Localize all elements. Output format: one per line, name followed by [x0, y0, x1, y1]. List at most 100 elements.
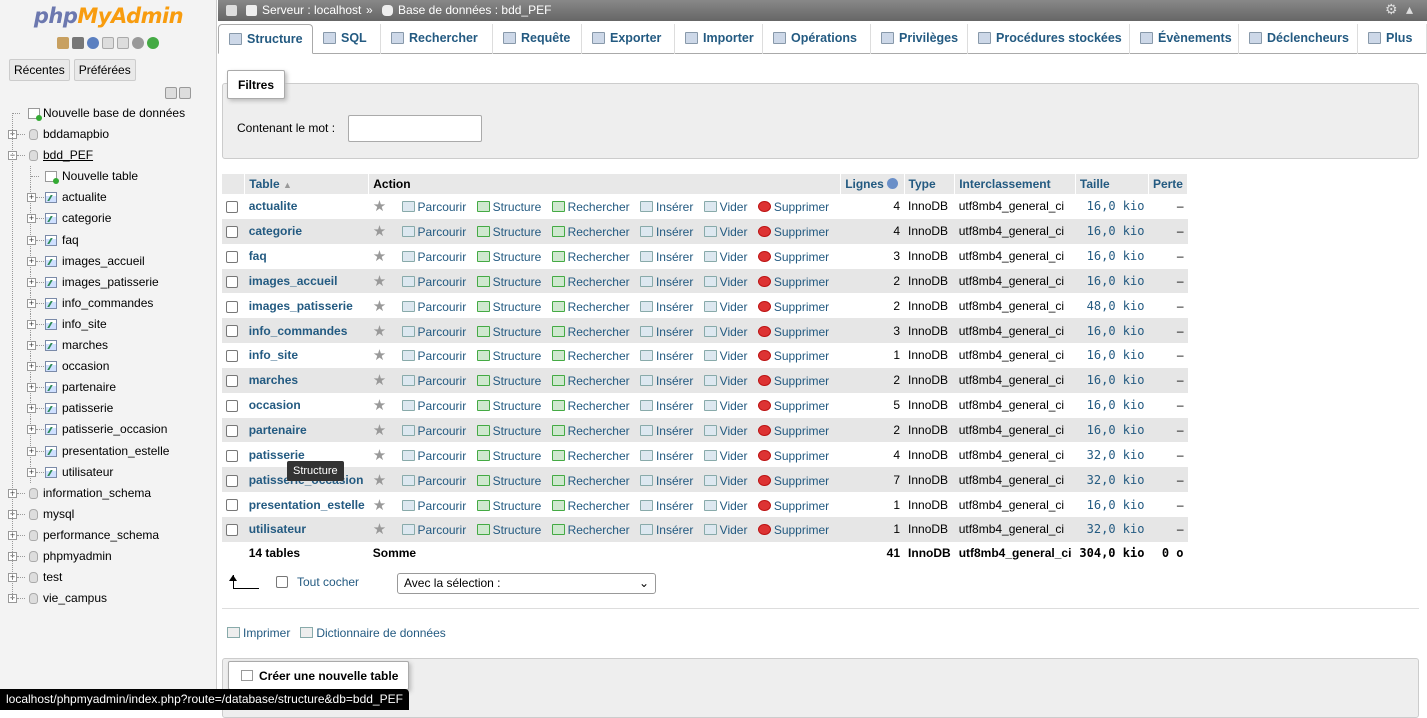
tree-database-item[interactable]: + vie_campus — [0, 588, 216, 609]
row-checkbox[interactable] — [226, 524, 238, 537]
browse-action[interactable]: Parcourir — [401, 300, 466, 314]
drop-action[interactable]: Supprimer — [757, 499, 829, 513]
structure-action[interactable]: Structure — [476, 349, 541, 363]
browse-action[interactable]: Parcourir — [401, 474, 466, 488]
favorite-star-icon[interactable]: ★ — [373, 397, 386, 414]
table-size[interactable]: 32,0 kio — [1075, 467, 1149, 493]
tree-database-item[interactable]: + test — [0, 567, 216, 588]
tab-search[interactable]: Rechercher — [381, 24, 493, 54]
expand-icon[interactable]: + — [27, 319, 36, 329]
search-action[interactable]: Rechercher — [551, 399, 630, 413]
tree-table-item[interactable]: + partenaire — [0, 377, 216, 399]
empty-action[interactable]: Vider — [703, 399, 747, 413]
tree-database-item[interactable]: + performance_schema — [0, 525, 216, 546]
table-size[interactable]: 16,0 kio — [1075, 492, 1149, 517]
empty-action[interactable]: Vider — [703, 300, 747, 314]
browse-action[interactable]: Parcourir — [401, 399, 466, 413]
table-name-link[interactable]: images_patisserie — [244, 293, 369, 319]
tree-table-item[interactable]: + images_patisserie — [0, 271, 216, 293]
expand-icon[interactable]: + — [27, 214, 36, 224]
tree-table-item[interactable]: + utilisateur — [0, 461, 216, 483]
favorite-star-icon[interactable]: ★ — [373, 497, 386, 514]
browse-action[interactable]: Parcourir — [401, 325, 466, 339]
search-action[interactable]: Rechercher — [551, 275, 630, 289]
insert-action[interactable]: Insérer — [639, 424, 693, 438]
structure-action[interactable]: Structure — [476, 300, 541, 314]
favorite-star-icon[interactable]: ★ — [373, 273, 386, 290]
expand-icon[interactable]: + — [27, 298, 36, 308]
collapse-top-icon[interactable]: ▴ — [1406, 2, 1419, 16]
phpmyadmin-logo[interactable]: phpMyAdmin — [0, 4, 216, 28]
search-action[interactable]: Rechercher — [551, 349, 630, 363]
header-table[interactable]: Table ▲ — [244, 174, 370, 194]
tree-database-item[interactable]: + phpmyadmin — [0, 546, 216, 567]
expand-icon[interactable]: + — [27, 425, 36, 435]
structure-action[interactable]: Structure — [476, 275, 541, 289]
table-name-link[interactable]: occasion — [244, 392, 369, 418]
structure-action[interactable]: Structure — [476, 225, 541, 239]
search-action[interactable]: Rechercher — [551, 499, 630, 513]
row-checkbox[interactable] — [226, 499, 238, 512]
tab-routines[interactable]: Procédures stockées — [968, 24, 1130, 54]
empty-action[interactable]: Vider — [703, 523, 747, 537]
table-size[interactable]: 16,0 kio — [1075, 243, 1149, 269]
insert-action[interactable]: Insérer — [639, 200, 693, 214]
table-name-link[interactable]: partenaire — [244, 417, 369, 443]
filter-text-input[interactable] — [348, 115, 482, 142]
browse-action[interactable]: Parcourir — [401, 424, 466, 438]
row-checkbox[interactable] — [226, 226, 238, 239]
structure-action[interactable]: Structure — [476, 499, 541, 513]
table-size[interactable]: 16,0 kio — [1075, 392, 1149, 418]
search-action[interactable]: Rechercher — [551, 474, 630, 488]
drop-action[interactable]: Supprimer — [757, 349, 829, 363]
drop-action[interactable]: Supprimer — [757, 424, 829, 438]
tree-new-table[interactable]: Nouvelle table — [0, 166, 216, 188]
table-name-link[interactable]: info_site — [244, 343, 369, 368]
empty-action[interactable]: Vider — [703, 449, 747, 463]
expand-icon[interactable]: + — [27, 193, 36, 203]
expand-icon[interactable]: + — [27, 467, 36, 477]
empty-action[interactable]: Vider — [703, 225, 747, 239]
row-checkbox[interactable] — [226, 300, 238, 313]
insert-action[interactable]: Insérer — [639, 349, 693, 363]
table-name-link[interactable]: marches — [244, 367, 369, 393]
docs-icon[interactable] — [102, 37, 114, 49]
tree-table-item[interactable]: + categorie — [0, 208, 216, 230]
favorite-star-icon[interactable]: ★ — [373, 248, 386, 265]
table-size[interactable]: 32,0 kio — [1075, 442, 1149, 468]
drop-action[interactable]: Supprimer — [757, 474, 829, 488]
home-icon[interactable] — [57, 37, 69, 49]
tree-table-item[interactable]: + info_site — [0, 313, 216, 335]
drop-action[interactable]: Supprimer — [757, 374, 829, 388]
table-name-link[interactable]: categorie — [244, 218, 369, 244]
empty-action[interactable]: Vider — [703, 250, 747, 264]
favorite-star-icon[interactable]: ★ — [373, 472, 386, 489]
search-action[interactable]: Rechercher — [551, 225, 630, 239]
row-checkbox[interactable] — [226, 250, 238, 263]
drop-action[interactable]: Supprimer — [757, 300, 829, 314]
drop-action[interactable]: Supprimer — [757, 325, 829, 339]
structure-action[interactable]: Structure — [476, 399, 541, 413]
browse-action[interactable]: Parcourir — [401, 349, 466, 363]
browse-action[interactable]: Parcourir — [401, 449, 466, 463]
expand-icon[interactable]: + — [27, 446, 36, 456]
tree-current-database[interactable]: − bdd_PEF — [0, 145, 216, 166]
header-rows[interactable]: Lignes — [840, 174, 905, 194]
expand-icon[interactable]: + — [27, 404, 36, 414]
tab-operations[interactable]: Opérations — [763, 24, 871, 54]
row-checkbox[interactable] — [226, 275, 238, 288]
header-collation[interactable]: Interclassement — [954, 174, 1076, 194]
link-with-main-icon[interactable] — [179, 87, 191, 99]
settings-icon[interactable] — [132, 37, 144, 49]
expand-icon[interactable]: + — [27, 235, 36, 245]
structure-action[interactable]: Structure — [476, 523, 541, 537]
browse-action[interactable]: Parcourir — [401, 374, 466, 388]
collapse-all-icon[interactable] — [165, 87, 177, 99]
gear-icon[interactable]: ⚙ — [1385, 2, 1398, 16]
sql-docs-icon[interactable] — [117, 37, 129, 49]
tree-database-item[interactable]: + mysql — [0, 504, 216, 525]
tab-events[interactable]: Évènements — [1130, 24, 1239, 54]
tab-privileges[interactable]: Privilèges — [871, 24, 968, 54]
empty-action[interactable]: Vider — [703, 374, 747, 388]
tree-table-item[interactable]: + occasion — [0, 356, 216, 378]
